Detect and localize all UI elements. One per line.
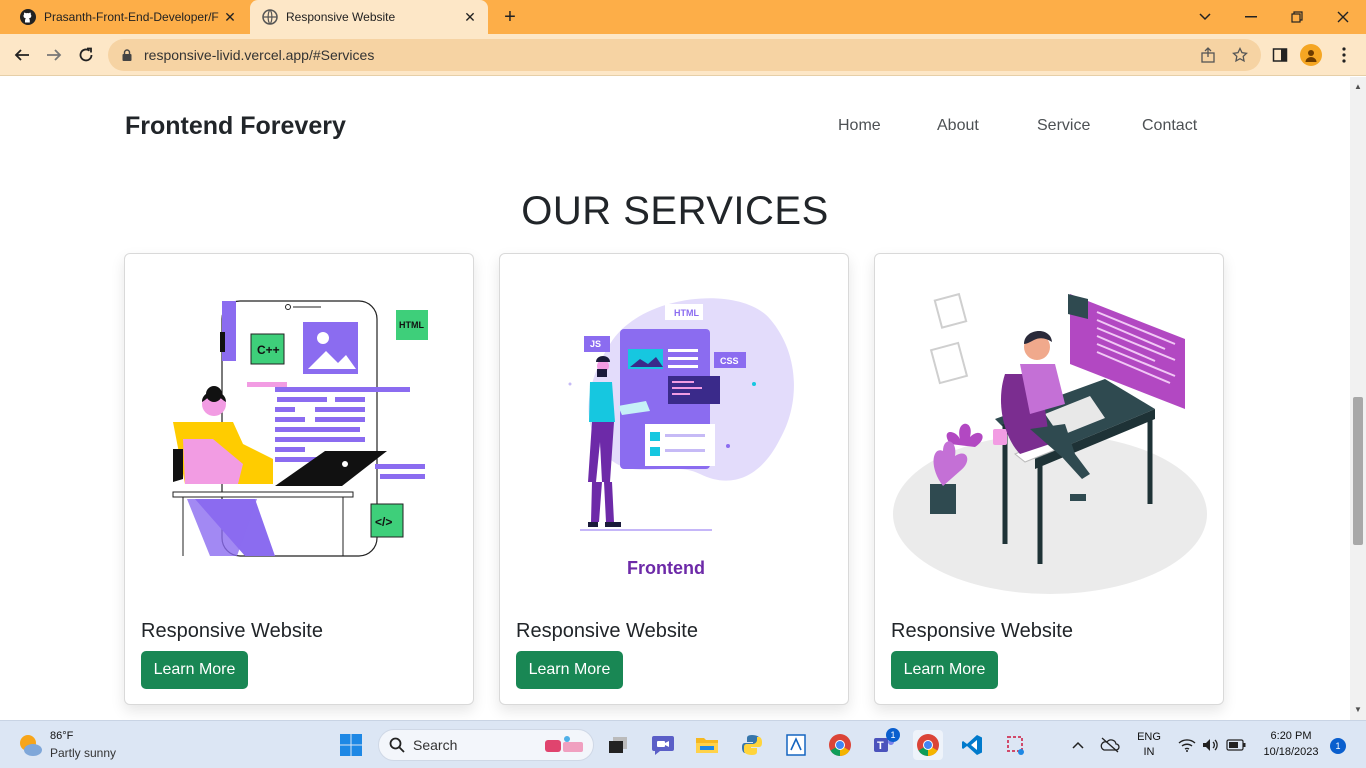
vscode-icon[interactable] <box>957 730 987 760</box>
search-highlight-icon <box>545 736 583 752</box>
tab-title: Responsive Website <box>286 10 396 24</box>
scroll-up-icon[interactable]: ▲ <box>1354 83 1362 91</box>
illustration-tag-code: </> <box>375 515 392 529</box>
share-icon[interactable] <box>1196 43 1220 67</box>
teams-notification-badge: 1 <box>886 728 900 742</box>
nav-service[interactable]: Service <box>1037 117 1090 135</box>
developer-laptop-illustration: C++ HTML </> <box>172 300 428 557</box>
windows-start-icon[interactable] <box>336 730 366 760</box>
svg-text:T: T <box>877 740 884 752</box>
nav-contact[interactable]: Contact <box>1142 117 1197 135</box>
pdf-editor-icon[interactable] <box>781 730 811 760</box>
tab-responsive-website[interactable]: Responsive Website ✕ <box>250 0 488 34</box>
learn-more-button[interactable]: Learn More <box>141 651 248 689</box>
illustration-caption: Frontend <box>627 558 705 578</box>
nav-home[interactable]: Home <box>838 117 881 135</box>
wifi-icon[interactable] <box>1176 730 1198 760</box>
page-viewport: Frontend Forevery Home About Service Con… <box>0 77 1350 720</box>
tab-title: Prasanth-Front-End-Developer/F <box>44 10 219 24</box>
learn-more-button[interactable]: Learn More <box>891 651 998 689</box>
tab-github[interactable]: Prasanth-Front-End-Developer/F ✕ <box>8 0 248 34</box>
bookmark-star-icon[interactable] <box>1228 43 1252 67</box>
region-indicator[interactable]: IN <box>1134 746 1164 758</box>
reload-icon[interactable] <box>74 43 98 67</box>
illustration-tag-html: HTML <box>674 308 699 318</box>
scrollbar-thumb[interactable] <box>1353 397 1363 545</box>
snipping-tool-icon[interactable] <box>1001 730 1031 760</box>
service-card: Responsive Website Learn More <box>874 253 1224 705</box>
service-card: C++ HTML </> Responsive Website Learn Mo… <box>124 253 474 705</box>
github-icon <box>20 9 36 25</box>
more-menu-icon[interactable] <box>1332 43 1356 67</box>
tab-close-icon[interactable]: ✕ <box>220 7 240 27</box>
new-tab-button[interactable]: + <box>498 5 522 29</box>
card-title: Responsive Website <box>141 620 323 642</box>
search-label: Search <box>413 737 458 753</box>
lock-icon <box>122 48 134 62</box>
battery-icon[interactable] <box>1224 730 1248 760</box>
clock-date[interactable]: 10/18/2023 <box>1256 746 1326 758</box>
taskbar-search[interactable]: Search <box>378 729 594 761</box>
minimize-icon[interactable] <box>1228 0 1274 34</box>
weather-temperature[interactable]: 86°F <box>50 730 73 742</box>
search-icon <box>389 737 405 753</box>
learn-more-button[interactable]: Learn More <box>516 651 623 689</box>
browser-tab-bar: Prasanth-Front-End-Developer/F ✕ Respons… <box>0 0 1366 34</box>
illustration-tag-js: JS <box>590 339 601 349</box>
python-icon[interactable] <box>737 730 767 760</box>
back-icon[interactable] <box>10 43 34 67</box>
chevron-up-icon[interactable] <box>1066 730 1090 760</box>
section-title: OUR SERVICES <box>521 189 829 233</box>
illustration-tag-html: HTML <box>399 320 424 330</box>
page-scrollbar[interactable]: ▲ ▼ <box>1350 77 1366 720</box>
illustration-tag-cpp: C++ <box>257 343 280 357</box>
chrome-icon[interactable] <box>825 730 855 760</box>
chat-icon[interactable] <box>648 730 678 760</box>
developer-desk-illustration <box>893 292 1207 594</box>
card-title: Responsive Website <box>516 620 698 642</box>
notification-badge[interactable]: 1 <box>1330 738 1346 754</box>
chrome-active-icon[interactable] <box>913 730 943 760</box>
side-panel-icon[interactable] <box>1268 43 1292 67</box>
windows-taskbar: 86°F Partly sunny Search T 1 ENG IN 6:20… <box>0 720 1366 768</box>
scroll-down-icon[interactable]: ▼ <box>1354 706 1362 714</box>
file-explorer-icon[interactable] <box>692 730 722 760</box>
globe-icon <box>262 9 278 25</box>
site-brand[interactable]: Frontend Forevery <box>125 112 346 141</box>
forward-icon[interactable] <box>42 43 66 67</box>
partly-sunny-icon[interactable] <box>16 731 44 759</box>
language-indicator[interactable]: ENG <box>1134 731 1164 743</box>
restore-icon[interactable] <box>1274 0 1320 34</box>
task-view-icon[interactable] <box>603 730 633 760</box>
service-card: HTML JS CSS Frontend Responsive Website … <box>499 253 849 705</box>
close-window-icon[interactable] <box>1320 0 1366 34</box>
clock-time[interactable]: 6:20 PM <box>1256 730 1326 742</box>
illustration-tag-css: CSS <box>720 356 739 366</box>
frontend-developer-illustration: HTML JS CSS Frontend <box>568 298 794 578</box>
weather-description[interactable]: Partly sunny <box>50 746 116 760</box>
volume-icon[interactable] <box>1200 730 1222 760</box>
card-title: Responsive Website <box>891 620 1073 642</box>
nav-about[interactable]: About <box>937 117 979 135</box>
url-text: responsive-livid.vercel.app/#Services <box>144 47 375 63</box>
address-bar[interactable]: responsive-livid.vercel.app/#Services <box>108 39 1261 71</box>
profile-avatar[interactable] <box>1300 44 1322 66</box>
onedrive-off-icon[interactable] <box>1098 730 1122 760</box>
tab-search-icon[interactable] <box>1182 0 1228 34</box>
tab-close-icon[interactable]: ✕ <box>460 7 480 27</box>
browser-toolbar: responsive-livid.vercel.app/#Services <box>0 34 1366 76</box>
